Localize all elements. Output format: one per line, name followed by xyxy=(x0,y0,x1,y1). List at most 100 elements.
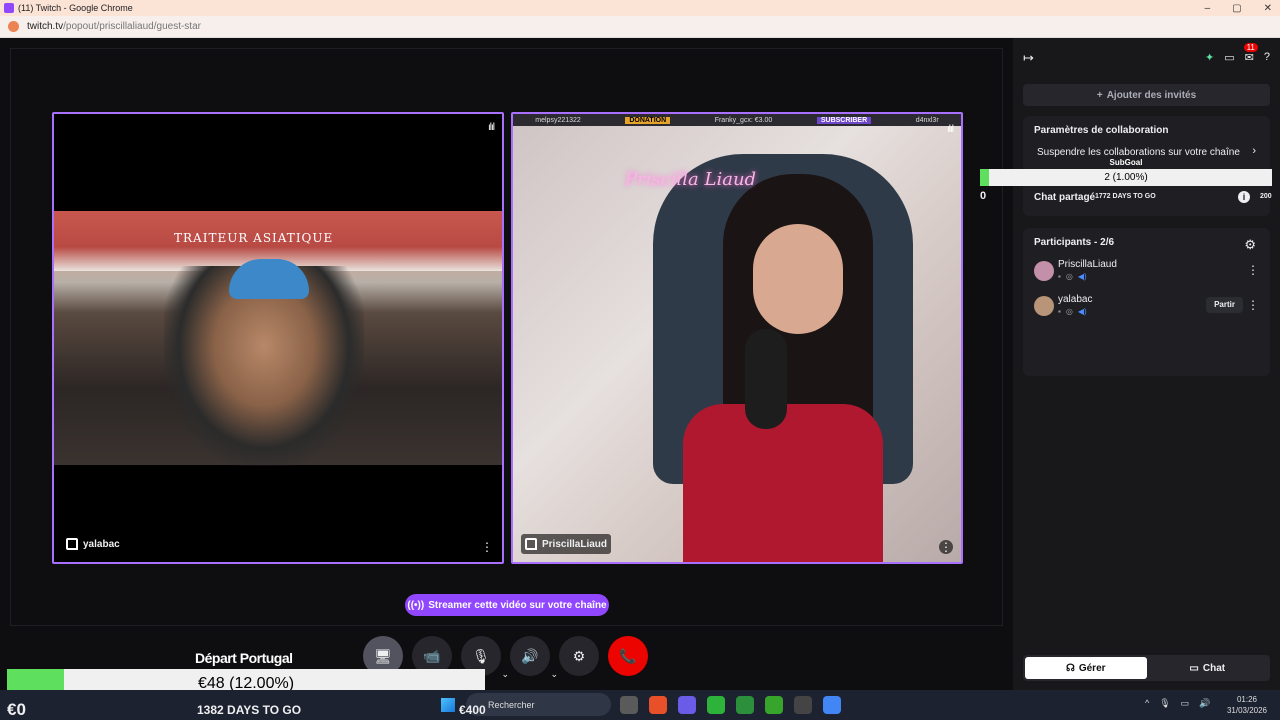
donation-text: Franky_gcx: €3.00 xyxy=(714,116,773,124)
camera-feed-yalabac: TRAITEUR ASIATIQUE xyxy=(54,211,502,466)
inbox-icon[interactable]: ✉ 11 xyxy=(1243,43,1258,64)
twitch-glyph-icon xyxy=(66,538,78,550)
leave-button[interactable]: Partir xyxy=(1206,297,1243,313)
subgoal-min: 0 xyxy=(980,190,987,202)
participant-status-icons: ▪ ◎ ◀) xyxy=(1058,307,1087,316)
help-icon[interactable]: ? xyxy=(1264,51,1270,64)
taskbar-search[interactable]: Rechercher xyxy=(466,693,611,716)
gear-icon[interactable]: ⚙ xyxy=(1244,237,1256,253)
taskbar-app-icon[interactable] xyxy=(707,696,725,714)
volume-button[interactable]: 🔊 ⌄ xyxy=(510,636,558,679)
windows-taskbar: Rechercher ^ 🎙 ▭ 🔊 01:26 31/03/2026 xyxy=(0,690,1280,720)
tab-chat[interactable]: ▭ Chat xyxy=(1147,657,1269,679)
goal-days-left: 1382 DAYS TO GO xyxy=(197,703,302,717)
taskbar-app-icon[interactable] xyxy=(823,696,841,714)
chat-icon: ▭ xyxy=(1189,662,1199,674)
participant-row[interactable]: yalabac ▪ ◎ ◀) Partir ⋮ xyxy=(1034,294,1259,320)
windows-start-icon[interactable] xyxy=(441,698,455,712)
add-guests-label: Ajouter des invités xyxy=(1106,89,1197,101)
video-tile-priscillaliaud[interactable]: Priscilla Liaud melpsy221322 DONATION Fr… xyxy=(511,112,963,564)
video-camera-icon: 📹 xyxy=(423,647,441,664)
suspend-collaborations-link[interactable]: Suspendre les collaborations sur votre c… xyxy=(1037,147,1240,158)
participant-row[interactable]: PriscillaLiaud ▪ ◎ ◀) ⋮ xyxy=(1034,259,1259,285)
site-info-icon[interactable] xyxy=(8,21,19,32)
tile-menu-button[interactable]: ⋮ xyxy=(939,540,953,554)
sidebar-header: ↦ ✦ ▭ ✉ 11 ? xyxy=(1013,43,1280,68)
tab-manage[interactable]: ☊ Gérer xyxy=(1025,657,1147,679)
participant-name: yalabac xyxy=(1058,294,1093,305)
chevron-down-icon[interactable]: ⌄ xyxy=(501,669,509,680)
collapse-sidebar-icon[interactable]: ↦ xyxy=(1023,50,1034,66)
participant-status-icons: ▪ ◎ ◀) xyxy=(1058,272,1087,281)
leave-call-button[interactable]: 📞 xyxy=(608,636,648,676)
camera-feed-priscillaliaud: Priscilla Liaud xyxy=(513,114,961,562)
close-window-button[interactable]: ✕ xyxy=(1264,3,1272,14)
broadcast-icon: ((•)) xyxy=(407,599,425,611)
chat-bubble-icon[interactable]: ▭ xyxy=(1224,51,1234,64)
url-path: /popout/priscillaliaud/guest-star xyxy=(63,21,201,32)
taskbar-app-icon[interactable] xyxy=(678,696,696,714)
headset-icon: ◎ xyxy=(1065,272,1073,281)
name-tag: PriscillaLiaud xyxy=(521,534,612,554)
add-user-icon: + xyxy=(1096,89,1103,101)
subgoal-widget: SubGoal 2 (1.00%) xyxy=(980,158,1272,186)
taskbar-app-icon[interactable] xyxy=(649,696,667,714)
avatar xyxy=(1034,296,1054,316)
info-icon[interactable]: i xyxy=(1238,191,1250,203)
tab-label: Gérer xyxy=(1078,662,1106,674)
audio-indicator-icon: ılıl xyxy=(488,122,495,133)
participant-name: PriscillaLiaud xyxy=(542,538,608,550)
chevron-right-icon[interactable]: › xyxy=(1252,145,1256,157)
microphone-icon[interactable]: 🎙 xyxy=(1159,698,1170,709)
subgoal-progress-bar: 2 (1.00%) xyxy=(980,169,1272,186)
stream-to-channel-button[interactable]: ((•)) Streamer cette vidéo sur votre cha… xyxy=(405,594,609,616)
subgoal-title: SubGoal xyxy=(1109,158,1143,167)
audio-indicator-icon: ılıl xyxy=(947,124,954,135)
guest-star-sidebar: ↦ ✦ ▭ ✉ 11 ? + Ajouter des invités Paramè… xyxy=(1013,38,1280,690)
speaker-icon: 🔊 xyxy=(521,647,539,664)
video-tile-yalabac[interactable]: TRAITEUR ASIATIQUE ılıl yalabac ⋮ xyxy=(52,112,504,564)
clock-date: 31/03/2026 xyxy=(1226,706,1268,715)
taskbar-app-icon[interactable] xyxy=(736,696,754,714)
taskbar-app-icon[interactable] xyxy=(620,696,638,714)
settings-button[interactable]: ⚙ xyxy=(559,636,599,676)
participant-menu-button[interactable]: ⋮ xyxy=(1247,263,1259,277)
streamer-dress xyxy=(683,404,883,562)
add-guests-button[interactable]: + Ajouter des invités xyxy=(1023,84,1270,106)
alert-user: melpsy221322 xyxy=(535,116,581,124)
url-host: twitch.tv xyxy=(27,21,64,32)
neon-sign: Priscilla Liaud xyxy=(625,169,757,190)
tile-menu-button[interactable]: ⋮ xyxy=(480,540,494,554)
maximize-button[interactable]: ▢ xyxy=(1232,3,1241,14)
system-tray: ^ 🎙 ▭ 🔊 xyxy=(1145,698,1210,709)
chevron-up-icon[interactable]: ^ xyxy=(1145,698,1149,709)
speaker-icon[interactable]: 🔊 xyxy=(1199,698,1210,709)
tab-label: Chat xyxy=(1202,662,1226,674)
subgoal-days-left: 1772 DAYS TO GO xyxy=(1095,193,1156,200)
participants-card: Participants - 2/6 ⚙ PriscillaLiaud ▪ ◎ … xyxy=(1023,228,1270,376)
taskbar-app-icon[interactable] xyxy=(765,696,783,714)
name-tag: yalabac xyxy=(62,534,124,554)
display-icon[interactable]: ▭ xyxy=(1181,698,1190,709)
participant-menu-button[interactable]: ⋮ xyxy=(1247,298,1259,312)
guest-star-stage: TRAITEUR ASIATIQUE ılıl yalabac ⋮ Prisci… xyxy=(10,48,1003,626)
microphone-icon: 🎙 xyxy=(472,647,490,664)
sparkle-icon[interactable]: ✦ xyxy=(1205,51,1214,64)
monitor-icon: 🖥 xyxy=(374,647,392,664)
participant-name: PriscillaLiaud xyxy=(1058,259,1117,270)
camera-status-icon: ▪ xyxy=(1058,272,1061,281)
taskbar-app-icon[interactable] xyxy=(794,696,812,714)
camera-status-icon: ▪ xyxy=(1058,307,1061,316)
sidebar-tabs: ☊ Gérer ▭ Chat xyxy=(1023,655,1270,681)
minimize-button[interactable]: – xyxy=(1205,3,1211,14)
address-bar[interactable]: twitch.tv/popout/priscillaliaud/guest-st… xyxy=(0,16,1280,38)
headset-icon: ◎ xyxy=(1065,307,1073,316)
chevron-down-icon[interactable]: ⌄ xyxy=(550,669,558,680)
subgoal-max: 200 xyxy=(1260,193,1272,200)
search-label: Rechercher xyxy=(488,699,535,710)
phone-hangup-icon: 📞 xyxy=(619,647,637,664)
subgoal-progress-text: 2 (1.00%) xyxy=(1104,172,1148,183)
taskbar-clock[interactable]: 01:26 31/03/2026 xyxy=(1222,694,1272,716)
goal-max: €400 xyxy=(459,703,486,717)
header-icons: ✦ ▭ ✉ 11 ? xyxy=(1205,43,1270,64)
